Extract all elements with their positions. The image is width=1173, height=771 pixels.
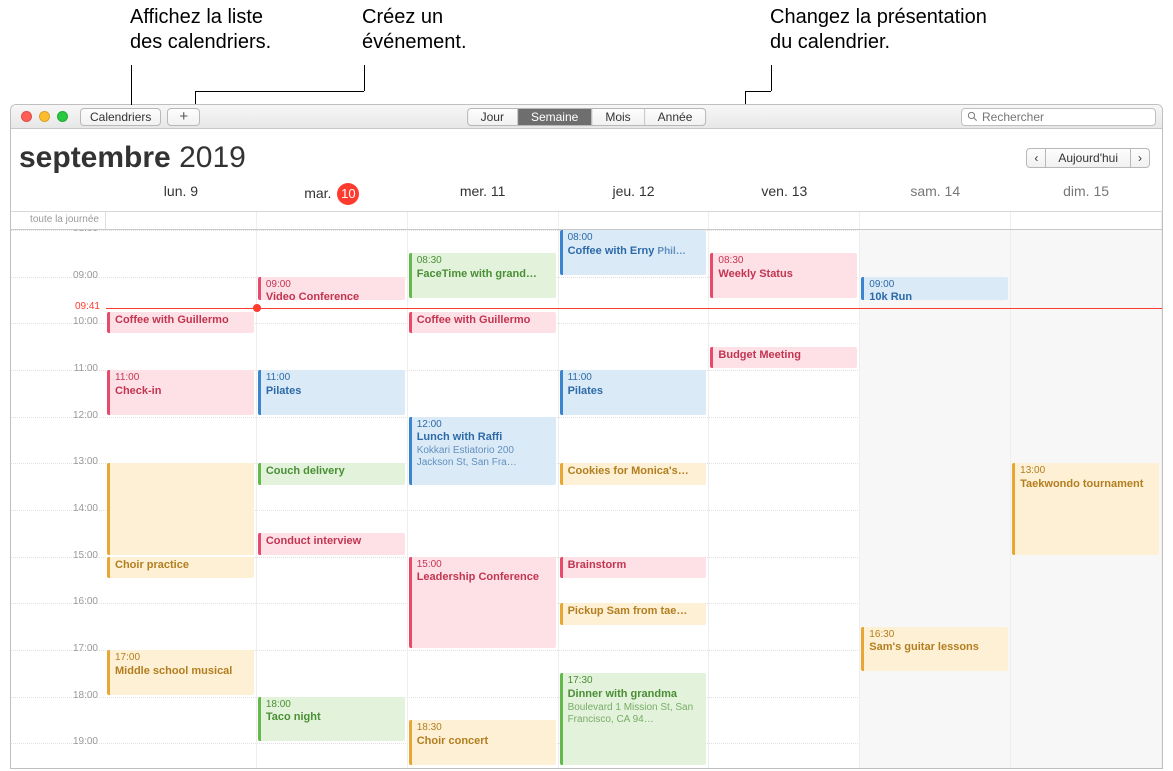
day-header[interactable]: lun. 9 bbox=[106, 179, 257, 211]
hour-label: 18:00 bbox=[11, 690, 106, 701]
month-bar: septembre 2019 ‹ Aujourd'hui › bbox=[11, 129, 1162, 179]
search-input[interactable] bbox=[982, 110, 1150, 124]
day-header[interactable]: mer. 11 bbox=[408, 179, 559, 211]
hour-label: 11:00 bbox=[11, 363, 106, 374]
hour-label: 14:00 bbox=[11, 503, 106, 514]
window-controls bbox=[21, 111, 68, 122]
calendar-area: lun. 9mar. 10mer. 11jeu. 12ven. 13sam. 1… bbox=[11, 179, 1162, 768]
annotation-change-view: Changez la présentation du calendrier. bbox=[770, 5, 987, 55]
calendar-window: Calendriers + Jour Semaine Mois Année se… bbox=[10, 104, 1163, 769]
zoom-icon[interactable] bbox=[57, 111, 68, 122]
allday-label: toute la journée bbox=[11, 212, 106, 229]
week-grid[interactable]: 08:00 09:00 10:00 11:00 12:00 13:00 14:00 15:00… bbox=[11, 230, 1162, 768]
minimize-icon[interactable] bbox=[39, 111, 50, 122]
annotation-create-event: Créez un événement. bbox=[362, 5, 467, 55]
toolbar: Calendriers + Jour Semaine Mois Année bbox=[11, 105, 1162, 129]
day-header[interactable]: dim. 15 bbox=[1011, 179, 1162, 211]
hour-label: 15:00 bbox=[11, 550, 106, 561]
day-header[interactable]: mar. 10 bbox=[257, 179, 408, 211]
hour-label: 12:00 bbox=[11, 410, 106, 421]
tab-year[interactable]: Année bbox=[645, 109, 706, 125]
hour-label: 16:00 bbox=[11, 596, 106, 607]
hour-label: 09:00 bbox=[11, 270, 106, 281]
day-header[interactable]: jeu. 12 bbox=[559, 179, 710, 211]
hour-label: 19:00 bbox=[11, 736, 106, 747]
day-header[interactable]: sam. 14 bbox=[860, 179, 1011, 211]
hour-label: 17:00 bbox=[11, 643, 106, 654]
calendars-button[interactable]: Calendriers bbox=[80, 108, 161, 126]
month-name: septembre bbox=[19, 141, 171, 174]
today-badge: 10 bbox=[337, 183, 359, 205]
tab-month[interactable]: Mois bbox=[592, 109, 644, 125]
month-title: septembre 2019 bbox=[19, 141, 246, 175]
nav-group: ‹ Aujourd'hui › bbox=[1026, 148, 1150, 168]
today-button[interactable]: Aujourd'hui bbox=[1046, 148, 1131, 168]
month-year: 2019 bbox=[179, 141, 246, 174]
prev-week-button[interactable]: ‹ bbox=[1026, 148, 1046, 168]
hour-label: 08:00 bbox=[11, 230, 106, 234]
allday-row: toute la journée bbox=[11, 212, 1162, 230]
hour-label: 10:00 bbox=[11, 316, 106, 327]
search-icon bbox=[967, 111, 978, 122]
day-header[interactable]: ven. 13 bbox=[709, 179, 860, 211]
hour-label: 13:00 bbox=[11, 456, 106, 467]
tab-day[interactable]: Jour bbox=[468, 109, 518, 125]
day-headers: lun. 9mar. 10mer. 11jeu. 12ven. 13sam. 1… bbox=[11, 179, 1162, 212]
tab-week[interactable]: Semaine bbox=[518, 109, 592, 125]
annotation-calendars: Affichez la liste des calendriers. bbox=[130, 5, 271, 55]
close-icon[interactable] bbox=[21, 111, 32, 122]
search-field[interactable] bbox=[961, 108, 1156, 126]
next-week-button[interactable]: › bbox=[1131, 148, 1150, 168]
add-event-button[interactable]: + bbox=[167, 108, 200, 126]
view-segmented-control: Jour Semaine Mois Année bbox=[467, 108, 707, 126]
